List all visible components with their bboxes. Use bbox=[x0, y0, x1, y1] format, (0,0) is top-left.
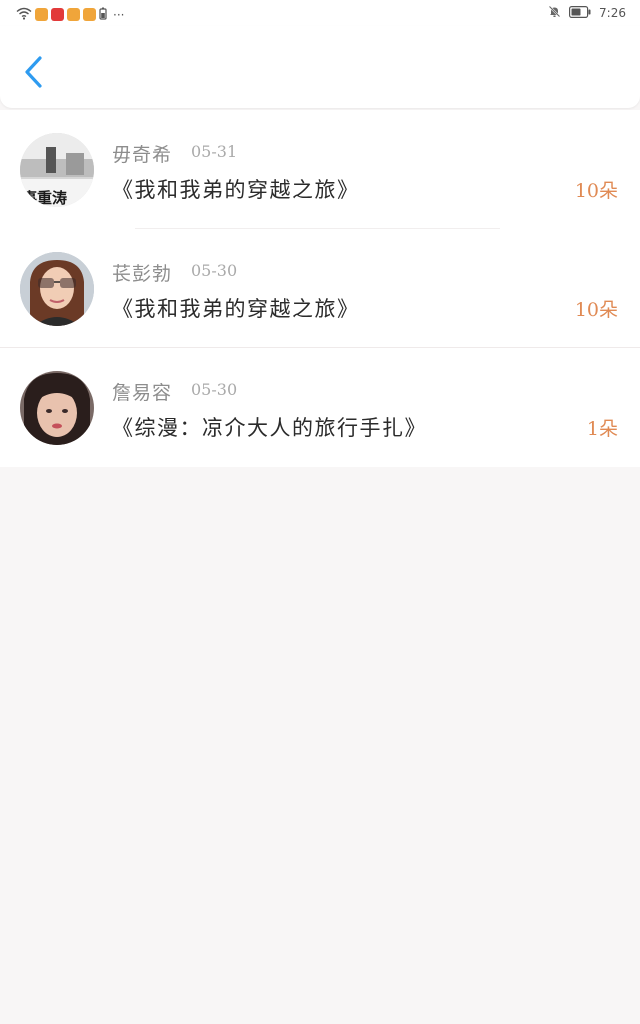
wifi-icon bbox=[16, 5, 32, 24]
battery-icon bbox=[569, 5, 591, 21]
chevron-left-icon bbox=[18, 56, 52, 96]
avatar-caption: 事重涛 bbox=[22, 189, 67, 207]
gift-date: 05-30 bbox=[191, 380, 238, 399]
header bbox=[0, 26, 640, 108]
app-notification-icon bbox=[67, 8, 80, 21]
gift-date: 05-31 bbox=[191, 142, 238, 161]
avatar[interactable] bbox=[20, 252, 94, 326]
avatar[interactable]: 事重涛 bbox=[20, 133, 94, 207]
status-bar: ··· 7:26 bbox=[0, 0, 640, 26]
back-button[interactable] bbox=[18, 52, 52, 92]
more-dots-icon: ··· bbox=[113, 7, 125, 22]
list-item[interactable]: 詹易容 05-30 《综漫：凉介大人的旅行手扎》 1朵 bbox=[0, 348, 640, 467]
battery-small-icon bbox=[99, 5, 107, 24]
list-item[interactable]: 苌彭勃 05-30 《我和我弟的穿越之旅》 10朵 bbox=[0, 229, 640, 348]
gift-record-list: 事重涛 毋奇希 05-31 《我和我弟的穿越之旅》 10朵 苌彭勃 05-30 … bbox=[0, 110, 640, 467]
flower-count: 1朵 bbox=[586, 418, 618, 440]
app-notification-icon bbox=[51, 8, 64, 21]
flower-count: 10朵 bbox=[574, 180, 618, 202]
gift-date: 05-30 bbox=[191, 261, 238, 280]
book-title[interactable]: 《我和我弟的穿越之旅》 bbox=[112, 293, 360, 323]
sender-name: 苌彭勃 bbox=[112, 263, 173, 285]
status-left: ··· bbox=[16, 5, 124, 24]
sender-name: 詹易容 bbox=[112, 382, 173, 404]
status-right: 7:26 bbox=[548, 5, 626, 21]
book-title[interactable]: 《综漫：凉介大人的旅行手扎》 bbox=[112, 412, 427, 442]
app-notification-icon bbox=[35, 8, 48, 21]
avatar[interactable] bbox=[20, 371, 94, 445]
list-item[interactable]: 事重涛 毋奇希 05-31 《我和我弟的穿越之旅》 10朵 bbox=[0, 110, 640, 229]
flower-count: 10朵 bbox=[574, 299, 618, 321]
sender-name: 毋奇希 bbox=[112, 144, 173, 166]
bell-off-icon bbox=[548, 5, 561, 21]
book-title[interactable]: 《我和我弟的穿越之旅》 bbox=[112, 174, 360, 204]
app-notification-icon bbox=[83, 8, 96, 21]
status-time: 7:26 bbox=[599, 6, 626, 20]
